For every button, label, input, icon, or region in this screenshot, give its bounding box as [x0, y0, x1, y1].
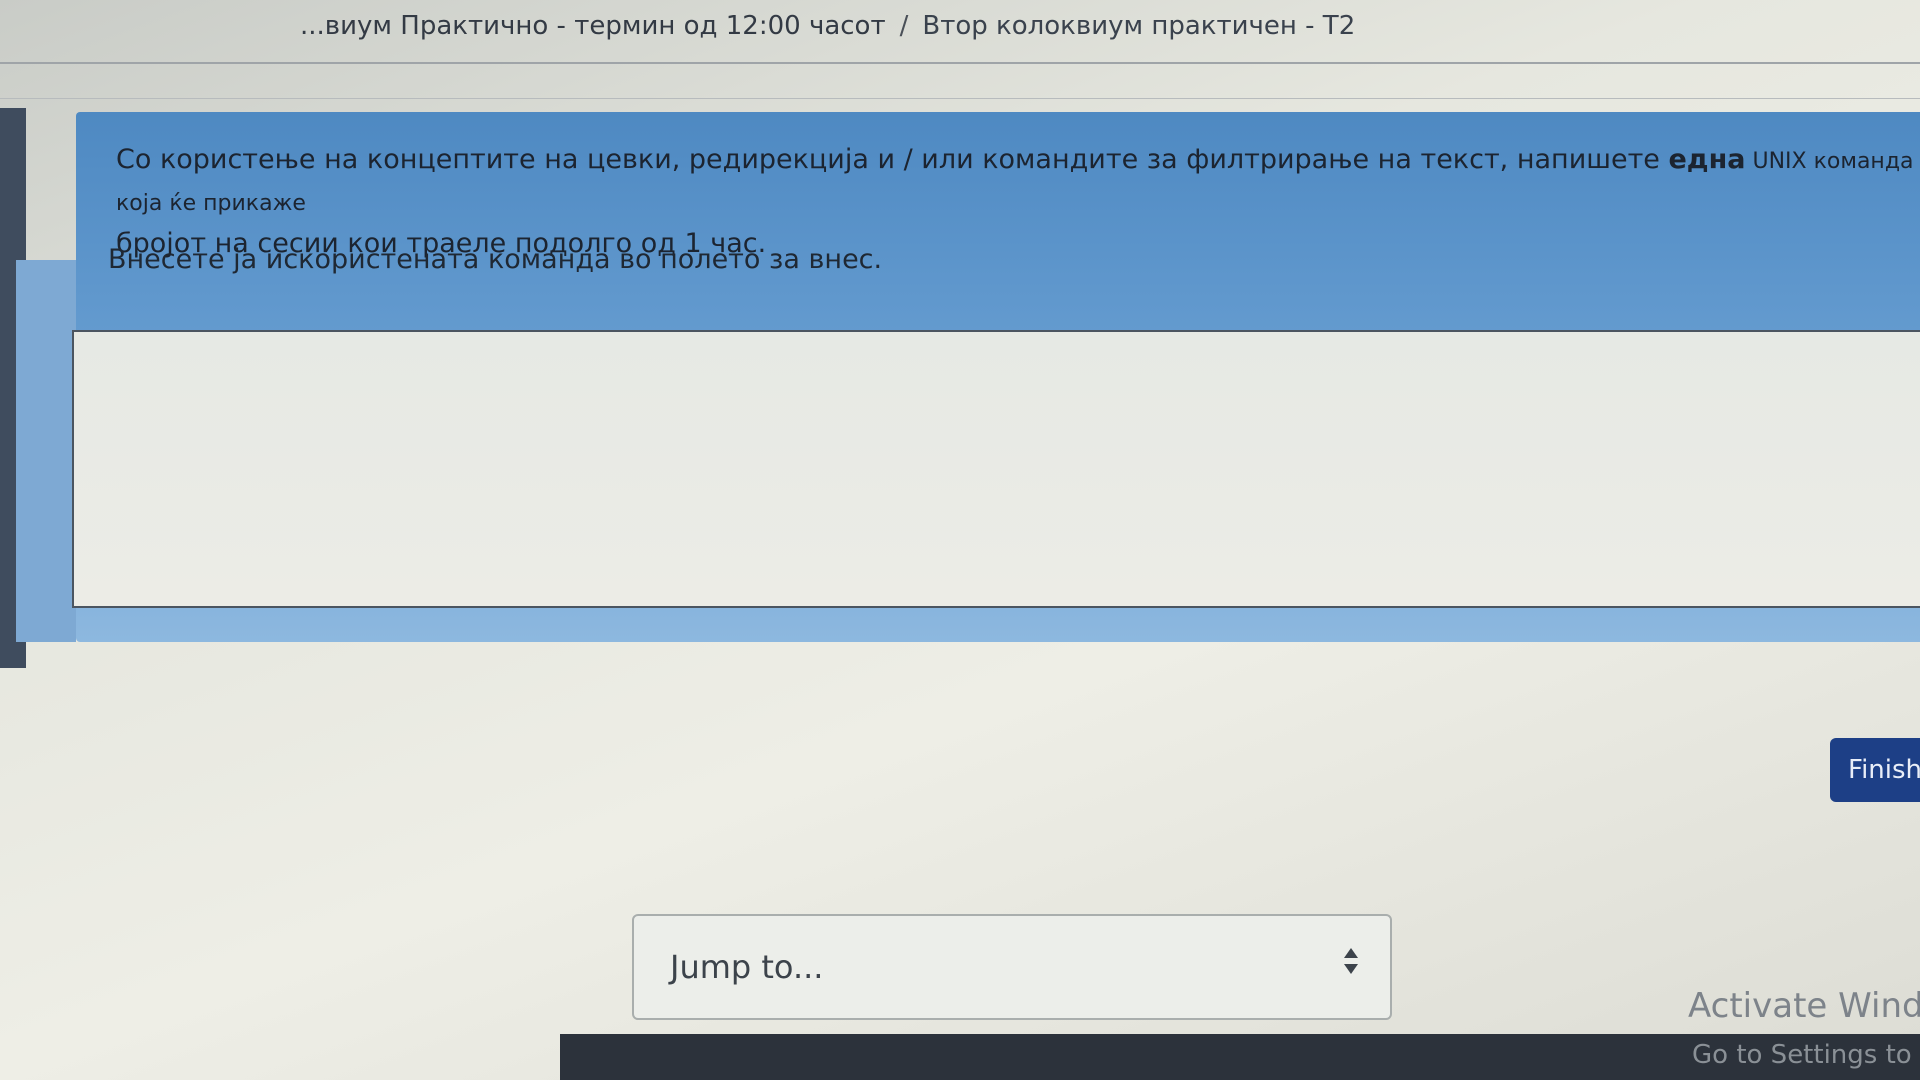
- jump-to-select[interactable]: Jump to...: [632, 914, 1392, 1020]
- breadcrumb-separator: /: [899, 11, 909, 41]
- activate-windows-title: Activate Windows: [1688, 986, 1920, 1026]
- answer-input[interactable]: [72, 330, 1920, 608]
- question-text-part1: Со користење на концептите на цевки, ред…: [116, 144, 1669, 175]
- question-card-edge: [16, 260, 76, 642]
- header-divider-secondary: [0, 98, 1920, 99]
- header-divider: [0, 62, 1920, 64]
- jump-to-label: Jump to...: [670, 948, 824, 986]
- select-arrows-icon: [1344, 948, 1358, 974]
- breadcrumb: ...виум Практично - термин од 12:00 часо…: [300, 0, 1355, 52]
- question-instruction: Внесете ја искористената команда во поле…: [108, 244, 883, 275]
- quiz-page: ...виум Практично - термин од 12:00 часо…: [0, 0, 1920, 1080]
- finish-attempt-button[interactable]: Finish attempt ...: [1830, 738, 1920, 802]
- question-text-bold: една: [1668, 144, 1746, 175]
- activate-windows-subtitle: Go to Settings to activate Windows.: [1692, 1040, 1920, 1070]
- breadcrumb-current: Втор колоквиум практичен - T2: [922, 11, 1356, 41]
- breadcrumb-parent-link[interactable]: ...виум Практично - термин од 12:00 часо…: [300, 11, 886, 41]
